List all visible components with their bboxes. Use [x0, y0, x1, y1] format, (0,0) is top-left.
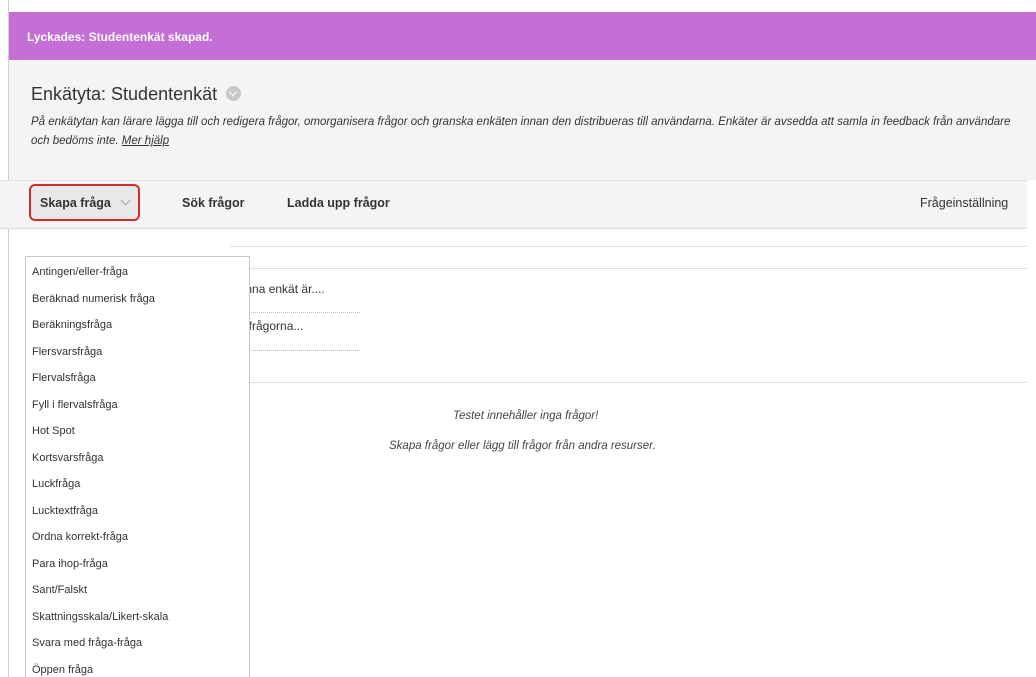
- more-help-link[interactable]: Mer hjälp: [122, 135, 169, 147]
- menu-item-calculated[interactable]: Beräkningsfråga: [32, 319, 112, 331]
- menu-item-hot-spot[interactable]: Hot Spot: [32, 425, 75, 437]
- divider: [230, 246, 1027, 247]
- create-question-label: Skapa fråga: [40, 196, 111, 210]
- chevron-down-icon[interactable]: [226, 86, 242, 101]
- question-settings-button[interactable]: Frågeinställning: [920, 180, 1008, 227]
- success-message: Lyckades: Studentenkät skapad.: [27, 30, 213, 44]
- menu-item-multiple-answer[interactable]: Flersvarsfråga: [32, 346, 102, 358]
- empty-state-title: Testet innehåller inga frågor!: [453, 410, 599, 422]
- menu-item-calculated-numeric[interactable]: Beräknad numerisk fråga: [32, 293, 155, 305]
- divider: [230, 268, 1027, 269]
- page-title-text: Enkätyta: Studentenkät: [31, 84, 218, 104]
- menu-item-likert[interactable]: Skattningsskala/Likert-skala: [32, 611, 168, 623]
- window-left-edge: [0, 0, 9, 677]
- menu-item-fill-blank[interactable]: Luckfråga: [32, 478, 80, 490]
- upload-questions-button[interactable]: Ladda upp frågor: [287, 180, 390, 227]
- action-toolbar: [0, 180, 1027, 229]
- chevron-down-icon: [120, 195, 131, 206]
- page-description-text: På enkätytan kan lärare lägga till och r…: [31, 116, 1011, 147]
- create-question-menu: Antingen/eller-fråga Beräknad numerisk f…: [25, 256, 250, 677]
- success-banner: Lyckades: Studentenkät skapad.: [9, 12, 1036, 60]
- menu-item-fill-multiple-blanks[interactable]: Fyll i flervalsfråga: [32, 399, 118, 411]
- menu-item-question-answer[interactable]: Svara med fråga-fråga: [32, 637, 142, 649]
- search-questions-button[interactable]: Sök frågor: [182, 180, 245, 227]
- menu-item-fill-blank-text[interactable]: Lucktextfråga: [32, 505, 98, 517]
- page-title: Enkätyta: Studentenkät: [31, 84, 242, 105]
- menu-item-open-question[interactable]: Öppen fråga: [32, 664, 93, 676]
- row-divider: [232, 350, 360, 351]
- menu-item-short-answer[interactable]: Kortsvarsfråga: [32, 452, 104, 464]
- menu-item-matching[interactable]: Para ihop-fråga: [32, 558, 108, 570]
- divider: [230, 382, 1027, 383]
- row-divider: [232, 312, 360, 313]
- page-description: På enkätytan kan lärare lägga till och r…: [31, 113, 1031, 151]
- menu-item-true-false[interactable]: Sant/Falskt: [32, 584, 87, 596]
- create-question-button[interactable]: Skapa fråga: [29, 184, 140, 221]
- menu-item-either-or[interactable]: Antingen/eller-fråga: [32, 266, 128, 278]
- menu-item-multiple-choice[interactable]: Flervalsfråga: [32, 372, 96, 384]
- menu-item-ordering[interactable]: Ordna korrekt-fråga: [32, 531, 128, 543]
- empty-state-hint: Skapa frågor eller lägg till frågor från…: [389, 440, 656, 452]
